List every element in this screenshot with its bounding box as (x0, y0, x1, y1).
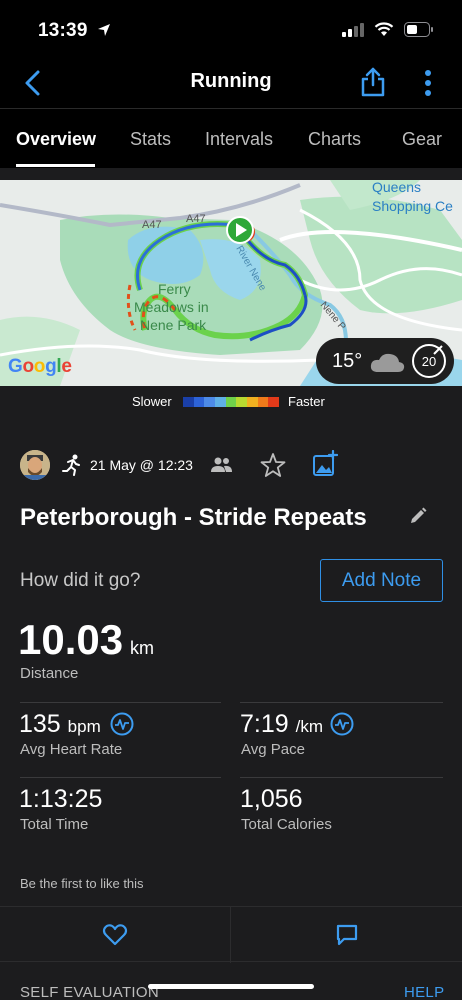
map-label-queens: Queens (372, 180, 421, 195)
social-action-bar (0, 906, 462, 963)
map-label-meadows: Meadows in (134, 299, 209, 315)
status-indicators (342, 22, 434, 37)
help-link[interactable]: HELP (404, 984, 444, 1000)
comment-button[interactable] (231, 907, 462, 963)
avatar[interactable] (20, 450, 50, 480)
legend-color-segment (268, 397, 280, 407)
active-tab-indicator (16, 164, 95, 167)
wind-speed: 20 (421, 354, 437, 369)
avg-heart-rate-label: Avg Heart Rate (20, 741, 123, 758)
map-label-road-a47: A47 (142, 219, 162, 231)
activity-date: 21 May @ 12:23 (90, 457, 193, 473)
legend-slower-label: Slower (132, 394, 172, 409)
divider (0, 168, 462, 180)
heart-icon (102, 924, 128, 946)
cloud-icon (370, 353, 405, 372)
navigation-bar: Running (0, 56, 462, 108)
avg-pace-value: 7:19 /km (240, 710, 324, 738)
divider (20, 702, 221, 703)
pace-chart-icon[interactable] (330, 712, 354, 736)
wind-indicator: 20 (412, 344, 446, 378)
running-activity-icon (62, 454, 80, 476)
people-icon[interactable] (210, 456, 234, 474)
map-label-nene-park: Nene Park (140, 317, 207, 333)
edit-pencil-icon[interactable] (408, 506, 428, 526)
divider (20, 777, 221, 778)
tab-intervals[interactable]: Intervals (205, 129, 273, 150)
cellular-signal-icon (342, 22, 364, 37)
pace-gradient-bar (183, 397, 280, 407)
legend-color-segment (183, 397, 194, 407)
total-time-label: Total Time (20, 816, 89, 833)
like-button[interactable] (0, 907, 230, 963)
map-label-ferry: Ferry (158, 281, 191, 297)
status-time: 13:39 (38, 20, 88, 41)
feedback-prompt: How did it go? (20, 570, 141, 591)
home-indicator (148, 984, 314, 989)
user-avatar-icon (20, 450, 50, 480)
activity-title: Peterborough - Stride Repeats (20, 504, 367, 531)
avg-pace-label: Avg Pace (241, 741, 305, 758)
weather-badge: 15° 20 (316, 338, 454, 384)
tab-gear[interactable]: Gear (402, 129, 442, 150)
total-time-value: 1:13:25 (19, 785, 103, 813)
more-vertical-icon[interactable] (416, 68, 440, 98)
star-icon[interactable] (260, 452, 286, 478)
total-calories-label: Total Calories (241, 816, 332, 833)
distance-label: Distance (20, 665, 79, 682)
activity-meta: 21 May @ 12:23 (20, 450, 450, 482)
divider (240, 777, 443, 778)
battery-icon (404, 22, 433, 37)
legend-color-segment (193, 397, 205, 407)
tab-bar: Overview Stats Intervals Charts Gear (0, 108, 462, 168)
legend-color-segment (257, 397, 269, 407)
legend-color-segment (215, 397, 226, 407)
add-note-button[interactable]: Add Note (320, 559, 443, 602)
total-calories-value: 1,056 (240, 785, 303, 813)
avg-heart-rate-value: 135 bpm (19, 710, 101, 738)
like-prompt: Be the first to like this (20, 876, 144, 891)
weather-temperature: 15° (332, 350, 363, 372)
tab-overview[interactable]: Overview (16, 129, 96, 150)
share-icon[interactable] (358, 66, 388, 98)
location-arrow-icon (98, 24, 110, 36)
legend-faster-label: Faster (288, 394, 325, 409)
legend-color-segment (247, 397, 258, 407)
map-label-shopping: Shopping Ce (372, 198, 453, 214)
legend-color-segment (236, 397, 248, 407)
tab-stats[interactable]: Stats (130, 129, 171, 150)
heart-rate-chart-icon[interactable] (110, 712, 134, 736)
legend-color-segment (225, 397, 237, 407)
divider (240, 702, 443, 703)
distance-unit: km (130, 638, 154, 658)
wifi-icon (374, 22, 394, 36)
map-label-road-a47-2: A47 (186, 213, 206, 225)
add-photo-icon[interactable] (312, 450, 338, 478)
distance-value: 10.03 (18, 616, 124, 663)
page-title: Running (190, 70, 272, 92)
tab-charts[interactable]: Charts (308, 129, 361, 150)
legend-color-segment (204, 397, 216, 407)
status-bar: 13:39 (0, 0, 462, 56)
self-evaluation-heading: SELF EVALUATION (20, 984, 159, 1000)
google-logo: Google (8, 356, 72, 377)
activity-overview: Slower Faster 21 May @ 12:23 Peterboroug… (0, 386, 462, 1000)
comment-icon (336, 924, 357, 946)
pace-legend: Slower Faster (0, 394, 462, 414)
